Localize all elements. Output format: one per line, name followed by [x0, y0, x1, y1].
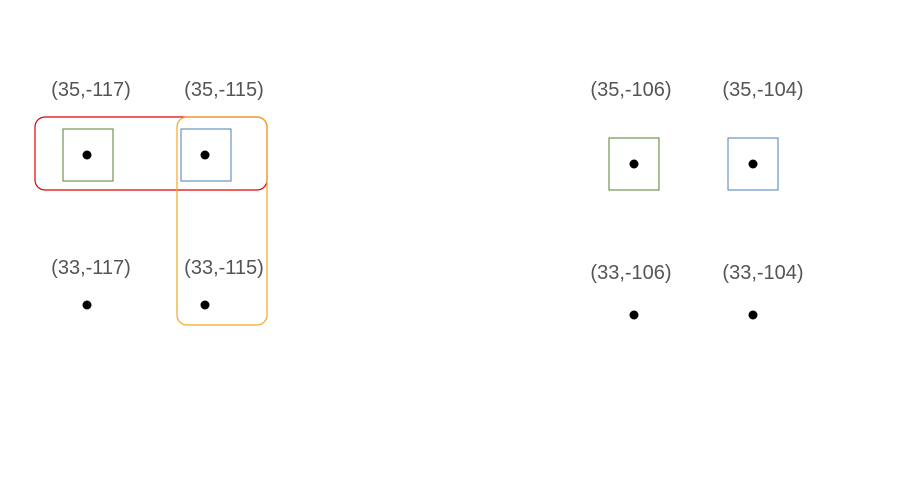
point-top-right: [200, 150, 210, 160]
point-top-left: [629, 159, 639, 169]
label-top-right: (35,-115): [184, 79, 264, 101]
label-top-right: (35,-104): [722, 79, 803, 101]
point-bottom-right: [748, 310, 758, 320]
label-bottom-left: (33,-117): [51, 257, 131, 279]
label-bottom-left: (33,-106): [590, 262, 671, 284]
label-top-left: (35,-106): [590, 79, 671, 101]
label-bottom-right: (33,-115): [184, 257, 264, 279]
point-top-left: [82, 150, 92, 160]
point-bottom-right: [200, 300, 210, 310]
left-grid: (35,-117) (35,-115) (33,-117) (33,-115): [34, 79, 268, 326]
orange-group-outline: [176, 116, 268, 326]
point-top-right: [748, 159, 758, 169]
point-bottom-left: [629, 310, 639, 320]
right-grid: (35,-106) (35,-104) (33,-106) (33,-104): [590, 79, 804, 320]
red-group-outline: [34, 116, 268, 191]
coordinate-diagram: (35,-117) (35,-115) (33,-117) (33,-115) …: [34, 79, 804, 326]
label-top-left: (35,-117): [51, 79, 131, 101]
point-bottom-left: [82, 300, 92, 310]
label-bottom-right: (33,-104): [722, 262, 803, 284]
